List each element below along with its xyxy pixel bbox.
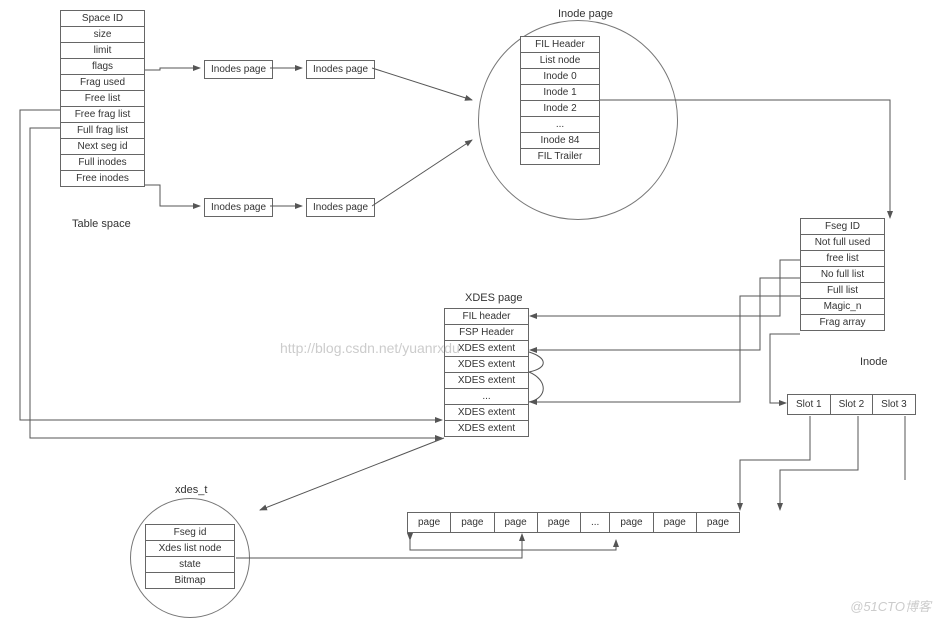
xdes-row: ...: [445, 389, 529, 405]
xdes-row: XDES extent: [445, 357, 529, 373]
xdes-row: FSP Header: [445, 325, 529, 341]
inode-page-row: FIL Trailer: [521, 149, 600, 165]
tablespace-label: Table space: [72, 218, 131, 230]
slot: Slot 3: [872, 394, 916, 415]
inode-page-row: Inode 84: [521, 133, 600, 149]
xdes-page-title: XDES page: [465, 292, 522, 304]
tablespace-row: Full frag list: [61, 123, 145, 139]
xdes-row: XDES extent: [445, 421, 529, 437]
xdes-t-title: xdes_t: [175, 484, 207, 496]
inode-page-row: Inode 0: [521, 69, 600, 85]
tablespace-row: flags: [61, 59, 145, 75]
page: page: [450, 512, 494, 533]
page: page: [653, 512, 697, 533]
xdes-row: XDES extent: [445, 373, 529, 389]
xdes-row: FIL header: [445, 309, 529, 325]
inodes-page-box: Inodes page: [204, 198, 273, 217]
tablespace-row: size: [61, 27, 145, 43]
xdes-row: XDES extent: [445, 341, 529, 357]
inode-row: Fseg ID: [801, 219, 885, 235]
inodes-page-box: Inodes page: [204, 60, 273, 79]
inode-row: Full list: [801, 283, 885, 299]
page: page: [537, 512, 581, 533]
inode-page-row: Inode 2: [521, 101, 600, 117]
page: page: [407, 512, 451, 533]
tablespace-row: Free list: [61, 91, 145, 107]
tablespace-table: Space ID size limit flags Frag used Free…: [60, 10, 145, 187]
inode-row: Frag array: [801, 315, 885, 331]
inode-page-title: Inode page: [558, 8, 613, 20]
inode-row: Not full used: [801, 235, 885, 251]
tablespace-row: limit: [61, 43, 145, 59]
slot: Slot 1: [787, 394, 831, 415]
xdes-t-row: Fseg id: [146, 525, 235, 541]
page: page: [609, 512, 653, 533]
inode-page-row: FIL Header: [521, 37, 600, 53]
xdes-t-table: Fseg id Xdes list node state Bitmap: [145, 524, 235, 589]
watermark-51cto: @51CTO博客: [850, 596, 931, 615]
tablespace-row: Next seg id: [61, 139, 145, 155]
xdes-t-row: state: [146, 557, 235, 573]
xdes-t-row: Bitmap: [146, 573, 235, 589]
tablespace-row: Frag used: [61, 75, 145, 91]
inode-row: No full list: [801, 267, 885, 283]
tablespace-row: Full inodes: [61, 155, 145, 171]
page: page: [696, 512, 740, 533]
inode-title: Inode: [860, 356, 888, 368]
inode-page-row: ...: [521, 117, 600, 133]
inode-page-row: Inode 1: [521, 85, 600, 101]
tablespace-row: Free inodes: [61, 171, 145, 187]
xdes-page-table: FIL header FSP Header XDES extent XDES e…: [444, 308, 529, 437]
tablespace-row: Space ID: [61, 11, 145, 27]
inode-row: free list: [801, 251, 885, 267]
page: ...: [580, 512, 610, 533]
inode-row: Magic_n: [801, 299, 885, 315]
tablespace-row: Free frag list: [61, 107, 145, 123]
watermark-blog: http://blog.csdn.net/yuanrxdu: [280, 340, 460, 356]
inode-table: Fseg ID Not full used free list No full …: [800, 218, 885, 331]
xdes-t-row: Xdes list node: [146, 541, 235, 557]
inode-page-row: List node: [521, 53, 600, 69]
xdes-row: XDES extent: [445, 405, 529, 421]
pages-row: page page page page ... page page page: [408, 512, 740, 533]
inodes-page-box: Inodes page: [306, 198, 375, 217]
page: page: [494, 512, 538, 533]
inode-page-table: FIL Header List node Inode 0 Inode 1 Ino…: [520, 36, 600, 165]
inodes-page-box: Inodes page: [306, 60, 375, 79]
slot: Slot 2: [830, 394, 874, 415]
slots-row: Slot 1 Slot 2 Slot 3: [788, 394, 916, 415]
